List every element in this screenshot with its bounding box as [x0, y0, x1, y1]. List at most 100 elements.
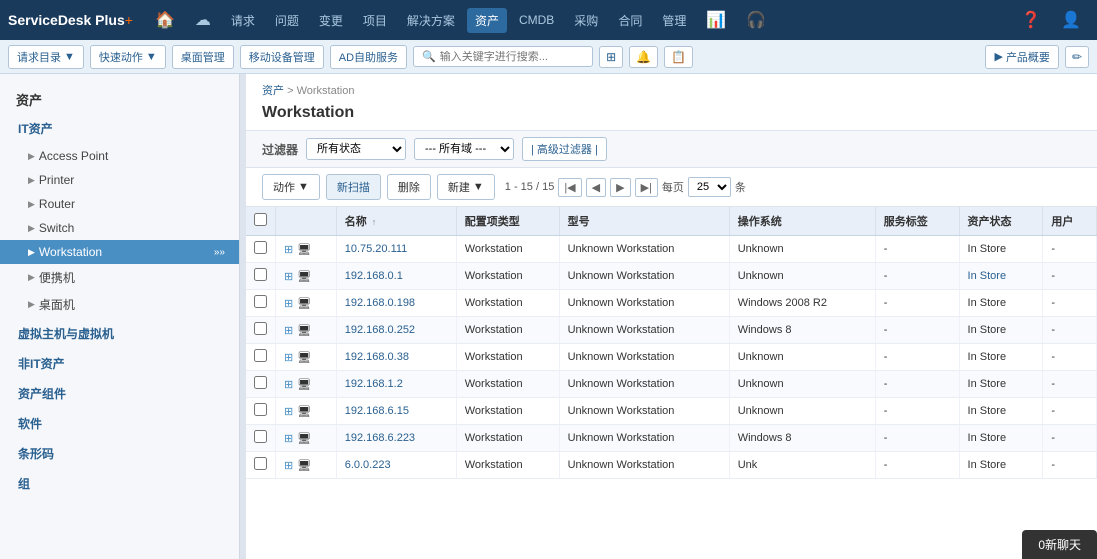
row-name-link[interactable]: 192.168.6.15 — [345, 405, 409, 417]
delete-button[interactable]: 删除 — [387, 174, 431, 200]
row-name-link[interactable]: 6.0.0.223 — [345, 459, 391, 471]
nav-solution[interactable]: 解决方案 — [399, 8, 463, 33]
row-name-link[interactable]: 192.168.1.2 — [345, 378, 403, 390]
nav-cloud-icon[interactable]: ☁ — [187, 6, 219, 34]
asset-status-value: In Store — [968, 432, 1007, 444]
th-name[interactable]: 名称 ↑ — [336, 207, 456, 236]
os-icon: 🖥 — [297, 405, 311, 418]
sidebar-software[interactable]: 软件 — [4, 409, 235, 438]
mobile-mgmt-button[interactable]: 移动设备管理 — [240, 45, 324, 69]
nav-project[interactable]: 项目 — [355, 8, 395, 33]
row-service-tag: - — [875, 344, 959, 371]
sidebar-barcode[interactable]: 条形码 — [4, 439, 235, 468]
row-checkbox[interactable] — [254, 268, 267, 281]
pagination-info: 1 - 15 / 15 — [505, 181, 555, 193]
row-os: Unknown — [729, 263, 875, 290]
nav-help-icon[interactable]: ❓ — [1013, 6, 1049, 34]
row-name-link[interactable]: 192.168.6.223 — [345, 432, 415, 444]
advanced-filter[interactable]: | 高级过滤器 | — [522, 137, 607, 161]
row-name-link[interactable]: 192.168.0.38 — [345, 351, 409, 363]
select-all-checkbox[interactable] — [254, 213, 267, 226]
nav-assets[interactable]: 资产 — [467, 8, 507, 33]
row-config-type: Workstation — [456, 371, 559, 398]
quick-action-button[interactable]: 快速动作 ▼ — [90, 45, 166, 69]
row-checkbox[interactable] — [254, 349, 267, 362]
th-os[interactable]: 操作系统 — [729, 207, 875, 236]
desktop-mgmt-button[interactable]: 桌面管理 — [172, 45, 234, 69]
th-model[interactable]: 型号 — [559, 207, 729, 236]
page-first-btn[interactable]: |◀ — [558, 178, 581, 197]
nav-requests[interactable]: 请求 — [223, 8, 263, 33]
sidebar-item-access-point[interactable]: ▶ Access Point — [0, 144, 239, 168]
th-service-tag[interactable]: 服务标签 — [875, 207, 959, 236]
search-input[interactable] — [440, 51, 580, 63]
status-filter[interactable]: 所有状态 — [306, 138, 406, 160]
row-config-type: Workstation — [456, 452, 559, 479]
nav-cmdb[interactable]: CMDB — [511, 9, 562, 31]
sidebar-item-switch[interactable]: ▶ Switch — [0, 216, 239, 240]
nav-headset-icon[interactable]: 🎧 — [738, 6, 774, 34]
os-icon: 🖥 — [297, 270, 311, 283]
sidebar-item-router[interactable]: ▶ Router — [0, 192, 239, 216]
th-config-type[interactable]: 配置项类型 — [456, 207, 559, 236]
nav-home-icon[interactable]: 🏠 — [147, 6, 183, 34]
sidebar-group[interactable]: 组 — [4, 469, 235, 498]
row-checkbox[interactable] — [254, 295, 267, 308]
nav-admin[interactable]: 管理 — [654, 8, 694, 33]
row-checkbox[interactable] — [254, 430, 267, 443]
sidebar-components[interactable]: 资产组件 — [4, 379, 235, 408]
os-icon: 🖥 — [297, 351, 311, 364]
new-button[interactable]: 新建 ▼ — [437, 174, 495, 200]
row-model: Unknown Workstation — [559, 344, 729, 371]
row-name-link[interactable]: 192.168.0.198 — [345, 297, 415, 309]
row-checkbox[interactable] — [254, 241, 267, 254]
th-asset-status[interactable]: 资产状态 — [959, 207, 1043, 236]
toolbar-edit-icon[interactable]: ✏ — [1065, 46, 1089, 68]
sidebar-item-workstation[interactable]: ▶ Workstation »» — [0, 240, 239, 264]
row-checkbox[interactable] — [254, 457, 267, 470]
row-os: Windows 2008 R2 — [729, 290, 875, 317]
sidebar-it-assets[interactable]: IT资产 — [4, 114, 235, 143]
sidebar-item-printer[interactable]: ▶ Printer — [0, 168, 239, 192]
row-checkbox[interactable] — [254, 322, 267, 335]
page-prev-btn[interactable]: ◀ — [586, 178, 606, 197]
chat-bubble[interactable]: 0新聊天 — [1022, 530, 1097, 559]
action-button[interactable]: 动作 ▼ — [262, 174, 320, 200]
page-last-btn[interactable]: ▶| — [635, 178, 658, 197]
expand-arrow-printer: ▶ — [28, 175, 35, 186]
sidebar-non-it[interactable]: 非IT资产 — [4, 349, 235, 378]
network-icon: ⊞ — [284, 270, 293, 283]
toolbar-icon1[interactable]: ⊞ — [599, 46, 623, 68]
nav-issues[interactable]: 问题 — [267, 8, 307, 33]
page-next-btn[interactable]: ▶ — [610, 178, 630, 197]
os-icon: 🖥 — [297, 297, 311, 310]
sidebar-item-portable[interactable]: ▶ 便携机 — [0, 264, 239, 291]
expand-arrow-workstation: ▶ — [28, 247, 35, 258]
row-service-tag: - — [875, 263, 959, 290]
row-config-type: Workstation — [456, 425, 559, 452]
new-scan-button[interactable]: 新扫描 — [326, 174, 381, 200]
row-checkbox[interactable] — [254, 403, 267, 416]
domain-filter[interactable]: --- 所有域 --- — [414, 138, 514, 160]
sidebar-item-desktop[interactable]: ▶ 桌面机 — [0, 291, 239, 318]
toolbar-icon2[interactable]: 🔔 — [629, 46, 658, 68]
breadcrumb-root[interactable]: 资产 — [262, 85, 284, 97]
row-checkbox[interactable] — [254, 376, 267, 389]
th-user[interactable]: 用户 — [1043, 207, 1097, 236]
row-name-link[interactable]: 192.168.0.252 — [345, 324, 415, 336]
nav-purchase[interactable]: 采购 — [566, 8, 606, 33]
row-os: Unk — [729, 452, 875, 479]
content-area: 资产 > Workstation Workstation 过滤器 所有状态 --… — [246, 74, 1097, 559]
toolbar-icon3[interactable]: 📋 — [664, 46, 693, 68]
row-name-link[interactable]: 10.75.20.111 — [345, 243, 408, 255]
product-overview-button[interactable]: ▶ 产品概要 — [985, 45, 1058, 69]
per-page-select[interactable]: 25 — [688, 177, 731, 197]
request-menu-button[interactable]: 请求目录 ▼ — [8, 45, 84, 69]
row-name-link[interactable]: 192.168.0.1 — [345, 270, 403, 282]
sidebar-virtual[interactable]: 虚拟主机与虚拟机 — [4, 319, 235, 348]
nav-change[interactable]: 变更 — [311, 8, 351, 33]
nav-contract[interactable]: 合同 — [610, 8, 650, 33]
ad-service-button[interactable]: AD自助服务 — [330, 45, 407, 69]
nav-chart-icon[interactable]: 📊 — [698, 6, 734, 34]
nav-user-icon[interactable]: 👤 — [1053, 6, 1089, 34]
